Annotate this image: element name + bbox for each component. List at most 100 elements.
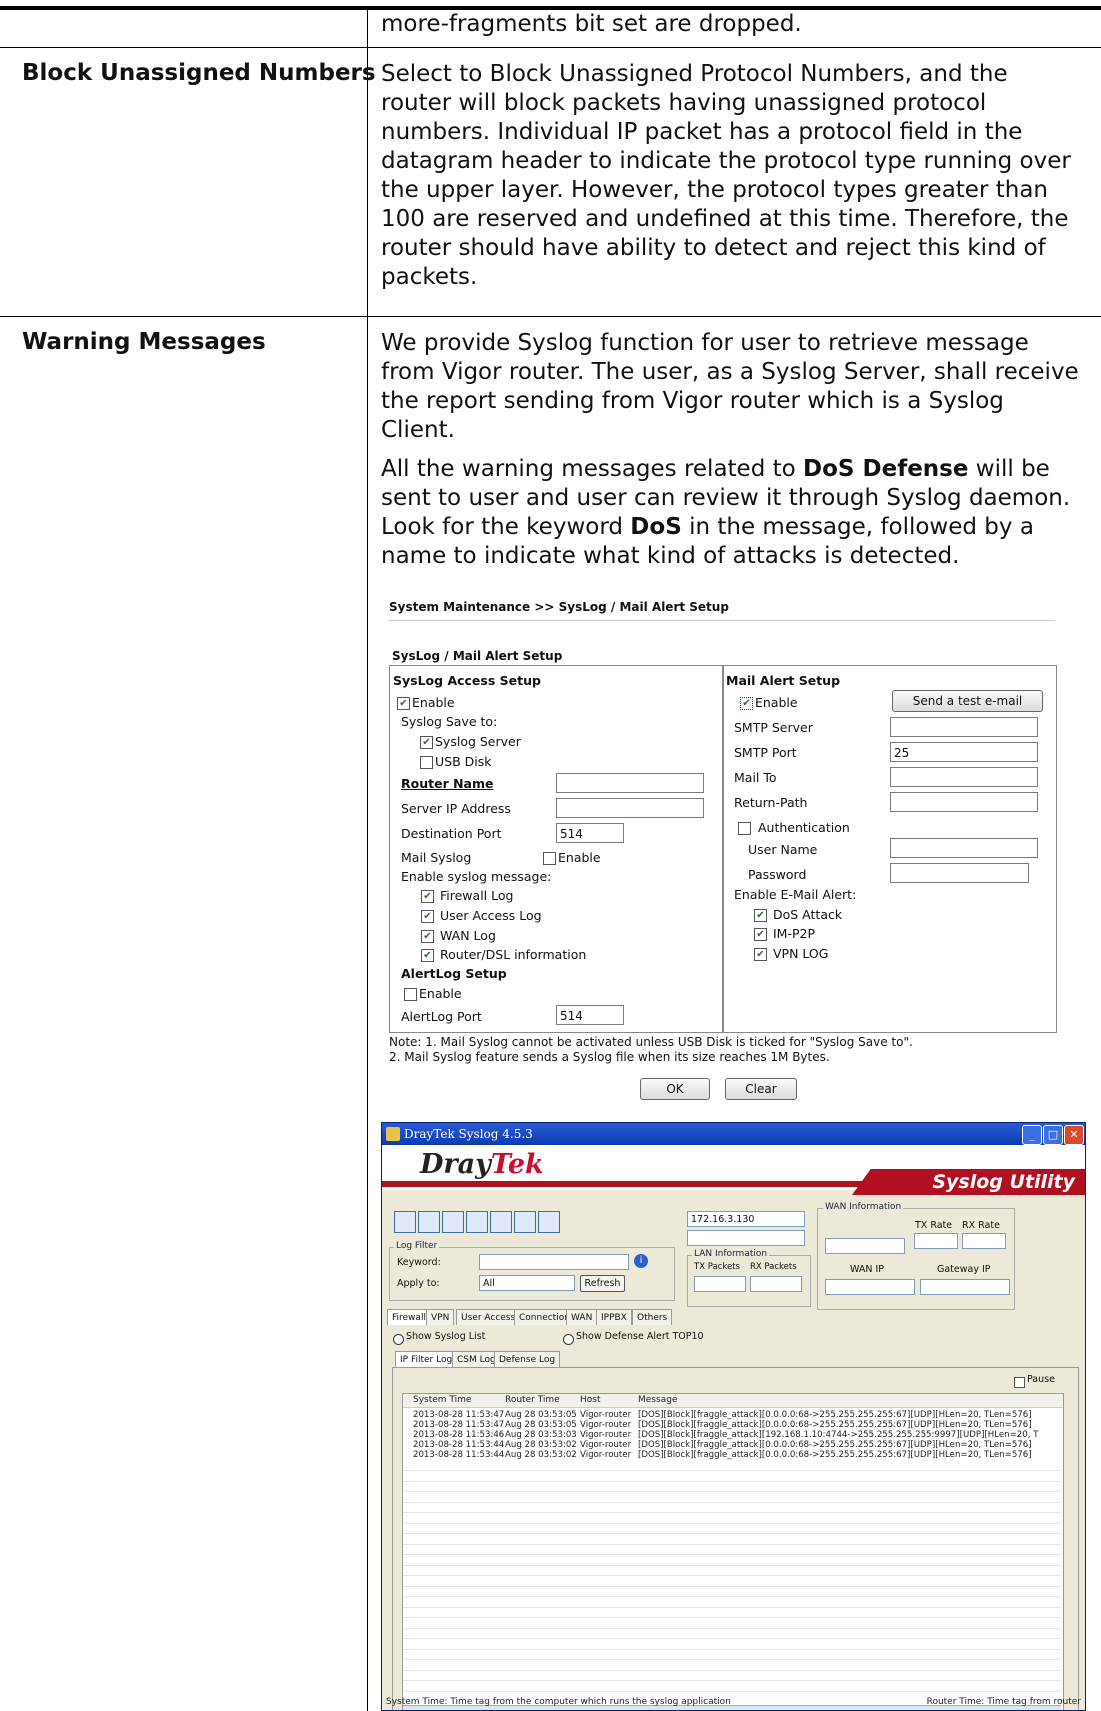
syslog-server-label: Syslog Server xyxy=(435,734,521,749)
syslog-access-title: SysLog Access Setup xyxy=(393,673,541,688)
table-row[interactable]: 2013-08-28 11:53:46 Aug 28 03:53:03 Vigor-… xyxy=(403,1430,1063,1440)
term-warning-messages: Warning Messages xyxy=(22,329,266,355)
dos-attack-checkbox[interactable]: ✔ xyxy=(754,909,767,922)
tab-vpn[interactable]: VPN xyxy=(426,1309,455,1325)
alertlog-port-input[interactable]: 514 xyxy=(556,1005,624,1025)
password-input[interactable] xyxy=(890,863,1029,883)
subtab-defense-log[interactable]: Defense Log xyxy=(494,1351,561,1367)
alertlog-enable-checkbox[interactable] xyxy=(404,988,417,1001)
pause-label: Pause xyxy=(1027,1374,1055,1385)
tools-icon[interactable] xyxy=(514,1211,536,1233)
list-icon[interactable] xyxy=(418,1211,440,1233)
user-name-input[interactable] xyxy=(890,838,1038,858)
keyword-select[interactable] xyxy=(479,1254,629,1270)
refresh-icon[interactable] xyxy=(538,1211,560,1233)
rx-rate-label: RX Rate xyxy=(962,1220,1000,1231)
tab-user-access[interactable]: User Access xyxy=(456,1309,521,1325)
user-access-log-label: User Access Log xyxy=(440,908,542,923)
ok-button[interactable]: OK xyxy=(640,1078,710,1100)
table-cell: Aug 28 03:53:03 xyxy=(505,1430,577,1440)
table-cell: [DOS][Block][fraggle_attack][0.0.0.0:68-… xyxy=(638,1440,1032,1450)
grid-line xyxy=(403,1669,1061,1671)
user-name-label: User Name xyxy=(748,842,818,857)
vpn-log-checkbox[interactable]: ✔ xyxy=(754,948,767,961)
app-icon xyxy=(386,1127,400,1141)
rx-rate-field xyxy=(962,1233,1006,1249)
clear-button[interactable]: Clear xyxy=(725,1078,797,1100)
show-defense-label: Show Defense Alert TOP10 xyxy=(576,1331,704,1342)
mail-syslog-checkbox[interactable] xyxy=(543,852,556,865)
syslog-server-checkbox[interactable]: ✔ xyxy=(420,736,433,749)
table-row[interactable]: 2013-08-28 11:53:44 Aug 28 03:53:02 Vigor-… xyxy=(403,1440,1063,1450)
syslog-enable-checkbox[interactable]: ✔ xyxy=(397,697,410,710)
rx-packets-label: RX Packets xyxy=(750,1262,797,1272)
table-column-divider xyxy=(367,10,368,1711)
wan-log-checkbox[interactable]: ✔ xyxy=(421,930,434,943)
mail-enable-label: Enable xyxy=(755,695,798,710)
col-router-time[interactable]: Router Time xyxy=(505,1395,560,1405)
return-path-input[interactable] xyxy=(890,792,1038,812)
col-system-time[interactable]: System Time xyxy=(413,1395,471,1405)
show-syslog-radio[interactable] xyxy=(393,1334,404,1345)
mail-to-input[interactable] xyxy=(890,767,1038,787)
table-row[interactable]: 2013-08-28 11:53:47 Aug 28 03:53:05 Vigor-… xyxy=(403,1410,1063,1420)
tab-firewall[interactable]: Firewall xyxy=(387,1309,431,1325)
router-ip-select[interactable]: 172.16.3.130 xyxy=(687,1211,805,1227)
block-unassigned-description: Select to Block Unassigned Protocol Numb… xyxy=(381,61,1071,290)
gateway-ip-label: Gateway IP xyxy=(937,1264,991,1275)
maximize-icon[interactable]: □ xyxy=(1043,1125,1063,1145)
grid-line xyxy=(403,1585,1061,1587)
term-block-unassigned: Block Unassigned Numbers xyxy=(22,60,376,86)
log-table[interactable]: System Time Router Time Host Message 201… xyxy=(402,1393,1064,1710)
syslog-save-to-label: Syslog Save to: xyxy=(401,714,498,729)
table-cell: Aug 28 03:53:02 xyxy=(505,1440,577,1450)
table-row[interactable]: 2013-08-28 11:53:47 Aug 28 03:53:05 Vigor-… xyxy=(403,1420,1063,1430)
grid-line xyxy=(403,1491,1061,1492)
grid-line xyxy=(403,1596,1061,1597)
im-p2p-checkbox[interactable]: ✔ xyxy=(754,928,767,941)
pause-checkbox[interactable] xyxy=(1014,1377,1025,1388)
grid-line xyxy=(403,1638,1061,1639)
usb-disk-checkbox[interactable] xyxy=(420,756,433,769)
close-icon[interactable]: ✕ xyxy=(1064,1125,1084,1145)
tab-others[interactable]: Others xyxy=(632,1309,673,1325)
export-icon[interactable] xyxy=(442,1211,464,1233)
mail-enable-checkbox[interactable]: ✔ xyxy=(740,697,753,710)
refresh-button[interactable]: Refresh xyxy=(580,1275,625,1292)
grid-line xyxy=(403,1533,1061,1534)
destination-port-label: Destination Port xyxy=(401,826,502,841)
table-cell: [DOS][Block][fraggle_attack][0.0.0.0:68-… xyxy=(638,1410,1032,1420)
server-ip-input[interactable] xyxy=(556,798,704,818)
info-icon[interactable]: i xyxy=(634,1254,648,1268)
open-file-icon[interactable] xyxy=(394,1211,416,1233)
warning-messages-para1: We provide Syslog function for user to r… xyxy=(381,330,1079,443)
continuation-text: more-fragments bit set are dropped. xyxy=(381,11,802,37)
table-icon[interactable] xyxy=(466,1211,488,1233)
col-message[interactable]: Message xyxy=(638,1395,677,1405)
table-row[interactable]: 2013-08-28 11:53:44 Aug 28 03:53:02 Vigor-… xyxy=(403,1450,1063,1460)
tab-wan[interactable]: WAN xyxy=(566,1309,598,1325)
user-access-log-checkbox[interactable]: ✔ xyxy=(421,910,434,923)
destination-port-input[interactable]: 514 xyxy=(556,823,624,843)
smtp-port-input[interactable]: 25 xyxy=(890,742,1038,762)
router-dsl-label: Router/DSL information xyxy=(440,947,587,962)
smtp-port-label: SMTP Port xyxy=(734,745,797,760)
grid-line xyxy=(403,1522,1061,1524)
send-test-email-button[interactable]: Send a test e-mail xyxy=(892,690,1043,712)
subtab-ip-filter-log[interactable]: IP Filter Log xyxy=(395,1351,458,1367)
mail-to-label: Mail To xyxy=(734,770,777,785)
wan-select[interactable] xyxy=(825,1238,905,1254)
grid-line xyxy=(403,1470,1061,1471)
apply-to-select[interactable]: All xyxy=(479,1275,575,1291)
network-icon[interactable] xyxy=(490,1211,512,1233)
smtp-server-input[interactable] xyxy=(890,717,1038,737)
router-name-input[interactable] xyxy=(556,773,704,793)
tab-ippbx[interactable]: IPPBX xyxy=(596,1309,632,1325)
show-defense-radio[interactable] xyxy=(563,1334,574,1345)
firewall-log-checkbox[interactable]: ✔ xyxy=(421,890,434,903)
authentication-checkbox[interactable] xyxy=(738,822,751,835)
grid-line xyxy=(403,1627,1061,1629)
minimize-icon[interactable]: _ xyxy=(1022,1125,1042,1145)
col-host[interactable]: Host xyxy=(580,1395,601,1405)
router-dsl-checkbox[interactable]: ✔ xyxy=(421,949,434,962)
